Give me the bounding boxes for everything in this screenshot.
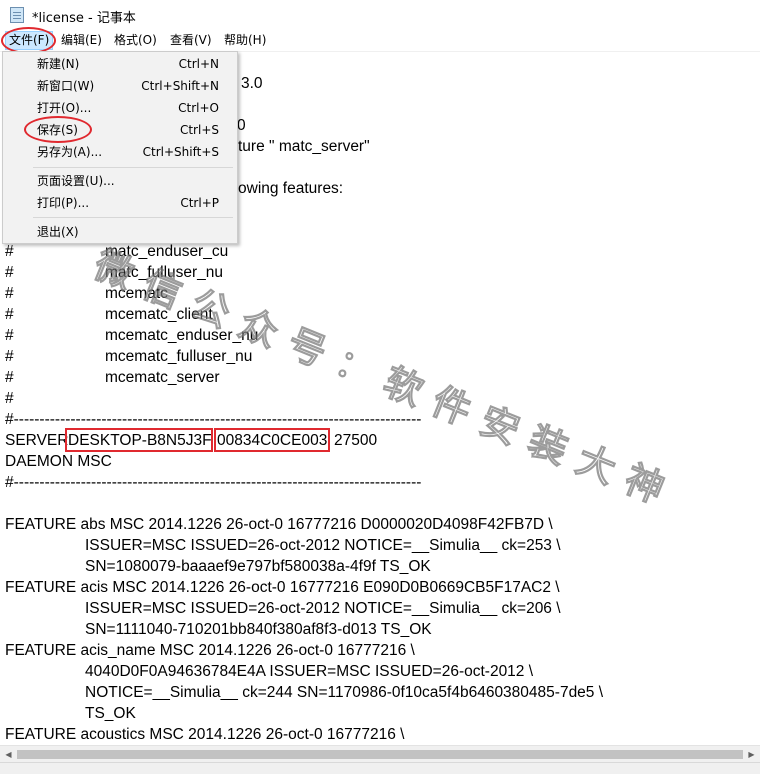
feature-line: TS_OK — [85, 705, 136, 722]
menu-item-label: 新建(N) — [37, 57, 80, 71]
feature-line: SN=1111040-710201bb840f380af8f3-d013 TS_… — [85, 621, 432, 638]
menu-help[interactable]: 帮助(H) — [221, 32, 269, 49]
text-line: ture " matc_server" — [238, 138, 370, 155]
save-highlight-circle — [24, 116, 92, 143]
menu-item-label: 另存为(A)... — [37, 145, 103, 159]
menu-separator — [33, 167, 233, 168]
text-line: mcematc — [105, 285, 168, 302]
text-line: 0 — [237, 117, 246, 134]
feature-line: ISSUER=MSC ISSUED=26-oct-2012 NOTICE=__S… — [85, 600, 561, 617]
menu-item-new[interactable]: 新建(N) Ctrl+N — [3, 53, 237, 75]
server-keyword: SERVER — [5, 432, 69, 449]
text-line: 3.0 — [241, 75, 263, 92]
hostid-highlight-box — [214, 428, 330, 452]
separator-line: #---------------------------------------… — [5, 411, 422, 428]
menu-item-shortcut: Ctrl+Shift+S — [142, 145, 219, 159]
menu-item-page-setup[interactable]: 页面设置(U)... — [3, 170, 237, 192]
text-line: mcematc_fulluser_nu — [105, 348, 253, 365]
feature-line: 4040D0F0A94636784E4A ISSUER=MSC ISSUED=2… — [85, 663, 534, 680]
text-line-hash: # — [5, 369, 14, 386]
menu-bar: 文件(F) 编辑(E) 格式(O) 查看(V) 帮助(H) — [0, 30, 760, 52]
menu-item-shortcut: Ctrl+N — [178, 57, 219, 71]
menu-separator — [33, 217, 233, 218]
text-line: matc_enduser_cu — [105, 243, 229, 260]
menu-item-shortcut: Ctrl+S — [179, 123, 219, 137]
server-port: 27500 — [334, 432, 378, 449]
horizontal-scrollbar[interactable]: ◀ ▶ — [0, 745, 760, 763]
file-menu-highlight-circle — [1, 27, 56, 54]
menu-item-label: 页面设置(U)... — [37, 174, 115, 188]
menu-item-shortcut: Ctrl+Shift+N — [141, 79, 219, 93]
feature-line: SN=1080079-baaaef9e797bf580038a-4f9f TS_… — [85, 558, 431, 575]
text-line-hash: # — [5, 348, 14, 365]
menu-item-print[interactable]: 打印(P)... Ctrl+P — [3, 192, 237, 214]
scroll-left-icon[interactable]: ◀ — [0, 746, 17, 763]
menu-item-label: 新窗口(W) — [37, 79, 95, 93]
menu-item-label: 打印(P)... — [37, 196, 90, 210]
menu-item-save-as[interactable]: 另存为(A)... Ctrl+Shift+S — [3, 141, 237, 163]
text-line: mcematc_enduser_nu — [105, 327, 259, 344]
text-line-hash: # — [5, 306, 14, 323]
text-line-hash: # — [5, 390, 14, 407]
feature-line: NOTICE=__Simulia__ ck=244 SN=1170986-0f1… — [85, 684, 604, 701]
text-line-hash: # — [5, 243, 14, 260]
separator-line: #---------------------------------------… — [5, 474, 422, 491]
notepad-icon — [10, 7, 24, 23]
status-bar — [0, 762, 760, 774]
menu-item-shortcut: Ctrl+P — [180, 196, 219, 210]
feature-line: FEATURE acis MSC 2014.1226 26-oct-0 1677… — [5, 579, 560, 596]
text-line: owing features: — [238, 180, 344, 197]
text-line: mcematc_client — [105, 306, 213, 323]
title-bar: *license - 记事本 — [0, 0, 760, 30]
text-line-hash: # — [5, 285, 14, 302]
feature-line: FEATURE abs MSC 2014.1226 26-oct-0 16777… — [5, 516, 553, 533]
daemon-line: DAEMON MSC — [5, 453, 112, 470]
feature-line: FEATURE acis_name MSC 2014.1226 26-oct-0… — [5, 642, 415, 659]
feature-line: ISSUER=MSC ISSUED=26-oct-2012 NOTICE=__S… — [85, 537, 561, 554]
text-line-hash: # — [5, 264, 14, 281]
text-line: mcematc_server — [105, 369, 220, 386]
menu-item-open[interactable]: 打开(O)... Ctrl+O — [3, 97, 237, 119]
window-title: *license - 记事本 — [32, 11, 136, 26]
menu-format[interactable]: 格式(O) — [111, 32, 160, 49]
menu-view[interactable]: 查看(V) — [167, 32, 215, 49]
file-menu-dropdown: 新建(N) Ctrl+N 新窗口(W) Ctrl+Shift+N 打开(O)..… — [2, 51, 238, 244]
text-line: matc_fulluser_nu — [105, 264, 224, 281]
hostname-highlight-box — [65, 428, 213, 452]
menu-item-new-window[interactable]: 新窗口(W) Ctrl+Shift+N — [3, 75, 237, 97]
scroll-right-icon[interactable]: ▶ — [743, 746, 760, 763]
text-line-hash: # — [5, 327, 14, 344]
menu-item-exit[interactable]: 退出(X) — [3, 221, 237, 243]
feature-line-cut: FEATURE acoustics MSC 2014.1226 26-oct-0… — [5, 726, 405, 743]
menu-edit[interactable]: 编辑(E) — [58, 32, 105, 49]
scrollbar-thumb[interactable] — [17, 750, 743, 759]
menu-item-shortcut: Ctrl+O — [178, 101, 219, 115]
menu-item-label: 退出(X) — [37, 225, 79, 239]
